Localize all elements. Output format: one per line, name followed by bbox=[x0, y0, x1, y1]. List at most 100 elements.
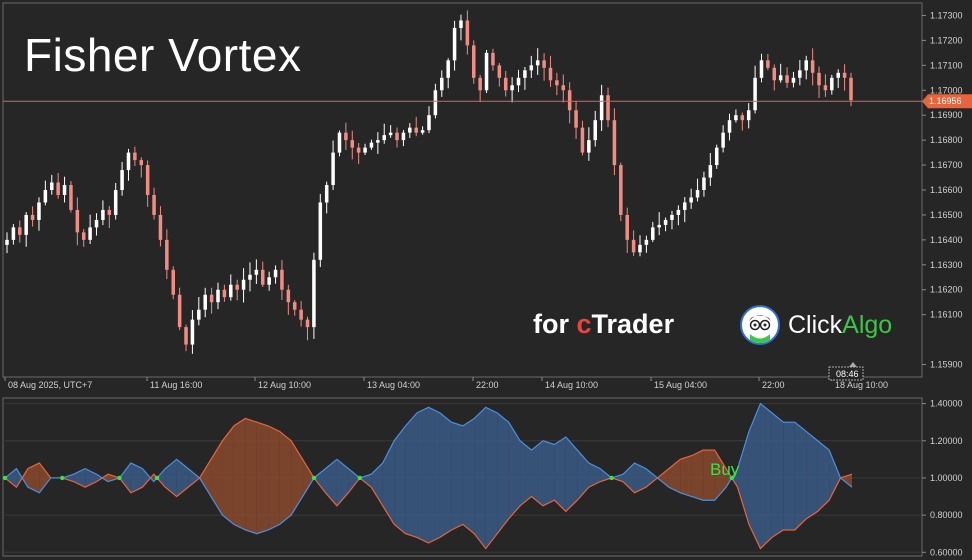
vortex-fill bbox=[256, 422, 269, 534]
time-axis-label: 14 Aug 10:00 bbox=[545, 380, 598, 390]
candle-body bbox=[746, 110, 751, 121]
candle-body bbox=[753, 77, 757, 111]
candle-body bbox=[331, 152, 335, 186]
candle-body bbox=[241, 279, 246, 290]
candle-body bbox=[772, 67, 777, 81]
candle-body bbox=[580, 127, 585, 153]
candle-body bbox=[344, 132, 348, 141]
candle-body bbox=[644, 239, 649, 245]
candle-body bbox=[708, 165, 713, 178]
price-axis-label: 1.15900 bbox=[930, 360, 963, 370]
candle-body bbox=[459, 20, 463, 28]
clickalgo-text: ClickAlgo bbox=[788, 311, 892, 340]
candle-body bbox=[101, 209, 105, 220]
vortex-fill bbox=[405, 412, 418, 538]
candle-body bbox=[695, 190, 700, 198]
time-tag-label: 08:46 bbox=[836, 369, 859, 379]
trader-text: Trader bbox=[591, 309, 675, 339]
candle-body bbox=[113, 190, 118, 215]
candle-body bbox=[535, 60, 540, 66]
candle-body bbox=[260, 269, 265, 285]
vortex-fill bbox=[245, 418, 257, 534]
candle-body bbox=[376, 140, 380, 143]
candle-body bbox=[190, 319, 195, 345]
candle-body bbox=[433, 90, 438, 116]
indicator-axis-label: 0.80000 bbox=[930, 510, 963, 520]
vortex-fill bbox=[279, 431, 292, 525]
candle-body bbox=[484, 52, 489, 91]
candle-body bbox=[778, 75, 783, 81]
candle-body bbox=[81, 232, 86, 240]
candle-body bbox=[299, 309, 303, 320]
price-axis-label: 1.16500 bbox=[930, 210, 963, 220]
candle-body bbox=[631, 239, 636, 253]
candle-body bbox=[714, 147, 719, 166]
candle-body bbox=[37, 202, 41, 220]
candle-body bbox=[165, 239, 169, 270]
candle-body bbox=[158, 214, 163, 240]
candle-body bbox=[619, 165, 623, 215]
vortex-fill bbox=[439, 412, 452, 538]
candle-body bbox=[312, 259, 316, 328]
candle-body bbox=[587, 140, 591, 153]
vortex-fill bbox=[760, 403, 772, 549]
candle-body bbox=[452, 27, 457, 61]
candle-body bbox=[555, 80, 559, 86]
candle-body bbox=[280, 269, 284, 290]
candle-body bbox=[350, 140, 355, 148]
time-axis-label: 11 Aug 16:00 bbox=[150, 380, 202, 390]
candle-body bbox=[638, 244, 642, 253]
indicator-axis-label: 0.60000 bbox=[930, 547, 963, 557]
candle-body bbox=[254, 269, 259, 275]
candle-body bbox=[43, 190, 48, 203]
candle-body bbox=[139, 160, 144, 166]
crossover-signal-dot bbox=[357, 475, 363, 481]
candle-body bbox=[49, 182, 54, 190]
candle-body bbox=[810, 60, 815, 73]
candle-body bbox=[836, 72, 840, 78]
for-text: for bbox=[533, 309, 577, 339]
candle-body bbox=[184, 327, 188, 345]
candle-body bbox=[363, 147, 367, 153]
candle-body bbox=[842, 72, 847, 78]
vortex-fill bbox=[680, 455, 692, 497]
buy-signal-label: Buy bbox=[710, 460, 740, 479]
candle-body bbox=[388, 132, 393, 136]
crossover-signal-dot bbox=[154, 475, 160, 481]
candle-body bbox=[471, 45, 476, 78]
candle-body bbox=[817, 72, 821, 86]
candle-body bbox=[599, 95, 604, 121]
candle-body bbox=[766, 60, 770, 68]
for-ctrader-label: for cTrader bbox=[533, 309, 674, 340]
candle-body bbox=[171, 269, 176, 295]
vortex-fill bbox=[417, 407, 429, 543]
candle-body bbox=[516, 77, 521, 86]
candle-body bbox=[24, 214, 28, 235]
candle-body bbox=[721, 132, 725, 148]
candle-body bbox=[663, 219, 668, 225]
candle-body bbox=[497, 65, 502, 78]
candle-body bbox=[689, 197, 693, 203]
candle-body bbox=[382, 135, 387, 141]
candle-body bbox=[830, 77, 834, 91]
candle-body bbox=[849, 77, 853, 101]
price-axis-label: 1.16200 bbox=[930, 285, 963, 295]
vortex-fill bbox=[222, 425, 234, 525]
candle-body bbox=[324, 185, 329, 203]
price-axis-label: 1.17200 bbox=[930, 35, 963, 45]
candle-body bbox=[740, 115, 745, 121]
vortex-fill bbox=[233, 418, 246, 530]
candle-body bbox=[88, 227, 92, 240]
candle-body bbox=[273, 269, 278, 278]
candle-body bbox=[823, 85, 828, 91]
crossover-signal-dot bbox=[311, 475, 317, 481]
candle-body bbox=[670, 214, 674, 220]
vortex-fill bbox=[451, 422, 463, 530]
vortex-fill bbox=[794, 422, 807, 530]
candle-body bbox=[446, 60, 450, 78]
candle-body bbox=[529, 65, 534, 71]
price-axis-label: 1.16400 bbox=[930, 235, 963, 245]
candle-body bbox=[561, 85, 566, 91]
candle-body bbox=[651, 227, 655, 240]
candle-body bbox=[94, 219, 99, 228]
